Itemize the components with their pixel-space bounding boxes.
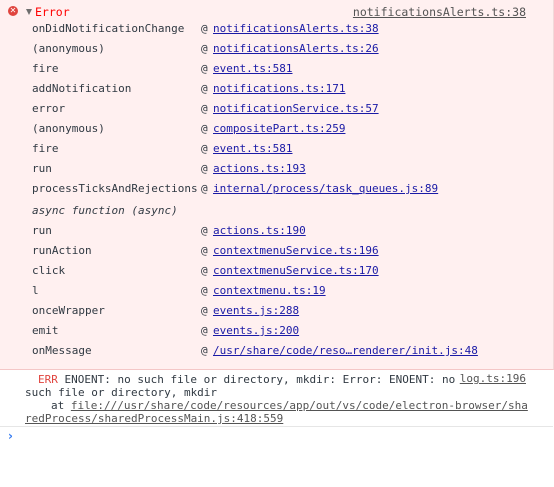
stack-frame-location-link[interactable]: compositePart.ts:259 — [213, 122, 345, 136]
stack-frame-row: onDidNotificationChange @ notificationsAle… — [0, 22, 553, 36]
stack-frame-location-link[interactable]: contextmenu.ts:19 — [213, 284, 326, 298]
stack-frame-location-link[interactable]: event.ts:581 — [213, 62, 292, 76]
stack-frame-location-link[interactable]: notificationsAlerts.ts:38 — [213, 22, 379, 36]
stack-frame-function: run — [32, 224, 52, 237]
stack-frame-location-link[interactable]: notificationService.ts:57 — [213, 102, 379, 116]
stack-frame-row: run @ actions.ts:193 — [0, 162, 553, 176]
stack-frame-location-link[interactable]: event.ts:581 — [213, 142, 292, 156]
log-message-line-1: ERR ENOENT: no such file or directory, m… — [38, 373, 455, 386]
error-icon: ✕ — [8, 6, 18, 16]
stack-frame-row: l @ contextmenu.ts:19 — [0, 284, 553, 298]
stack-frame-row: click @ contextmenuService.ts:170 — [0, 264, 553, 278]
log-source-link[interactable]: log.ts:196 — [460, 372, 526, 385]
log-file-link-continued[interactable]: redProcess/sharedProcessMain.js:418:559 — [25, 412, 283, 425]
stack-frame-function: l — [32, 284, 39, 297]
stack-frame-at: @ — [201, 62, 208, 75]
stack-frame-function: run — [32, 162, 52, 175]
chevron-right-icon: › — [8, 429, 13, 443]
stack-frame-function: runAction — [32, 244, 92, 257]
async-separator: async function (async) — [32, 204, 178, 217]
stack-frame-at: @ — [201, 102, 208, 115]
stack-frame-function: (anonymous) — [32, 42, 105, 55]
stack-frame-row: run @ actions.ts:190 — [0, 224, 553, 238]
console-prompt[interactable]: › — [0, 427, 553, 445]
stack-frame-row: fire @ event.ts:581 — [0, 142, 553, 156]
stack-frame-at: @ — [201, 284, 208, 297]
stack-frame-location-link[interactable]: notificationsAlerts.ts:26 — [213, 42, 379, 56]
stack-frame-row: onceWrapper @ events.js:288 — [0, 304, 553, 318]
stack-frame-function: addNotification — [32, 82, 132, 95]
stack-frame-function: (anonymous) — [32, 122, 105, 135]
stack-frame-location-link[interactable]: actions.ts:190 — [213, 224, 306, 238]
error-message-group: ✕ Error notificationsAlerts.ts:38 onDidN… — [0, 0, 554, 370]
stack-frame-function: onMessage — [32, 344, 92, 357]
stack-frame-location-link[interactable]: contextmenuService.ts:196 — [213, 244, 379, 258]
stack-frame-row: runAction @ contextmenuService.ts:196 — [0, 244, 553, 258]
stack-frame-row: (anonymous) @ compositePart.ts:259 — [0, 122, 553, 136]
stack-frame-at: @ — [201, 244, 208, 257]
stack-frame-row: processTicksAndRejections @ internal/proce… — [0, 182, 553, 196]
error-log-message: ERR ENOENT: no such file or directory, m… — [0, 370, 553, 427]
log-message-line-2: such file or directory, mkdir — [25, 386, 218, 399]
expand-triangle-icon[interactable] — [26, 9, 32, 15]
stack-frame-location-link[interactable]: events.js:288 — [213, 304, 299, 318]
stack-frame-at: @ — [201, 42, 208, 55]
error-title[interactable]: Error — [35, 5, 70, 19]
stack-frame-function: processTicksAndRejections — [32, 182, 198, 195]
stack-frame-at: @ — [201, 304, 208, 317]
stack-frame-row: error @ notificationService.ts:57 — [0, 102, 553, 116]
stack-frame-location-link[interactable]: contextmenuService.ts:170 — [213, 264, 379, 278]
stack-frame-row: addNotification @ notifications.ts:171 — [0, 82, 553, 96]
stack-frame-row: onMessage @ /usr/share/code/reso…renderer/… — [0, 344, 553, 358]
stack-frame-at: @ — [201, 224, 208, 237]
log-level-label: ERR — [38, 373, 58, 386]
stack-frame-function: fire — [32, 142, 59, 155]
stack-frame-location-link[interactable]: events.js:200 — [213, 324, 299, 338]
stack-frame-location-link[interactable]: /usr/share/code/reso…renderer/init.js:48 — [213, 344, 478, 358]
stack-frame-location-link[interactable]: notifications.ts:171 — [213, 82, 345, 96]
stack-frame-function: error — [32, 102, 66, 115]
stack-frame-row: emit @ events.js:200 — [0, 324, 553, 338]
devtools-console: ✕ Error notificationsAlerts.ts:38 onDidN… — [0, 0, 554, 487]
stack-frame-function: click — [32, 264, 66, 277]
stack-frame-function: fire — [32, 62, 59, 75]
stack-frame-at: @ — [201, 182, 208, 195]
stack-frame-at: @ — [201, 344, 208, 357]
log-file-link[interactable]: file:///usr/share/code/resources/app/out… — [71, 399, 528, 412]
log-at-label: at — [51, 399, 71, 412]
stack-frame-at: @ — [201, 82, 208, 95]
stack-frame-row: (anonymous) @ notificationsAlerts.ts:26 — [0, 42, 553, 56]
stack-frame-at: @ — [201, 162, 208, 175]
stack-frame-at: @ — [201, 324, 208, 337]
stack-frame-function: emit — [32, 324, 59, 337]
stack-frame-at: @ — [201, 22, 208, 35]
stack-frame-function: onDidNotificationChange — [32, 22, 185, 35]
stack-frame-row: fire @ event.ts:581 — [0, 62, 553, 76]
stack-frame-at: @ — [201, 122, 208, 135]
stack-frame-at: @ — [201, 264, 208, 277]
stack-frame-location-link[interactable]: internal/process/task_queues.js:89 — [213, 182, 438, 196]
log-message-text: ENOENT: no such file or directory, mkdir… — [57, 373, 456, 386]
stack-frame-function: onceWrapper — [32, 304, 105, 317]
stack-frame-location-link[interactable]: actions.ts:193 — [213, 162, 306, 176]
error-source-link[interactable]: notificationsAlerts.ts:38 — [353, 5, 526, 19]
log-message-line-3: at file:///usr/share/code/resources/app/… — [51, 399, 528, 412]
stack-frame-at: @ — [201, 142, 208, 155]
